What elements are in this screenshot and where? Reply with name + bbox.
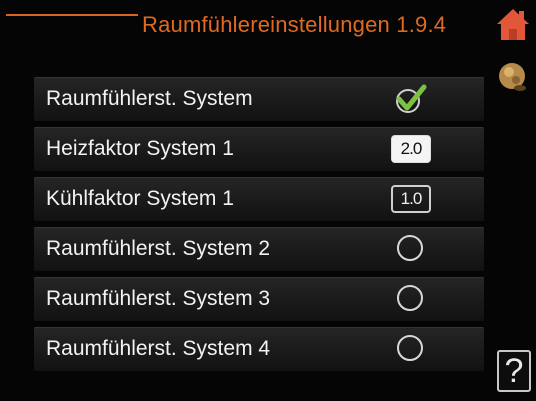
settings-screen: Raumfühlereinstellungen 1.9.4 ? Raumfühl… [0,0,536,401]
heating-factor-value[interactable]: 2.0 [388,133,432,165]
row-room-sensor-system-3[interactable]: Raumfühlerst. System 3 [34,277,484,321]
radio-room-sensor-system-2[interactable] [388,233,432,265]
row-room-sensor-system-2[interactable]: Raumfühlerst. System 2 [34,227,484,271]
heating-factor-value-box: 2.0 [391,135,431,163]
radio-empty-icon [397,335,423,361]
cooling-factor-value[interactable]: 1.0 [388,183,432,215]
row-label: Raumfühlerst. System 2 [46,237,271,260]
row-heating-factor-system-1[interactable]: Heizfaktor System 1 2.0 [34,127,484,171]
row-label: Raumfühlerst. System 4 [46,337,271,360]
row-label: Kühlfaktor System 1 [46,187,234,210]
radio-room-sensor-system-4[interactable] [388,333,432,365]
row-label: Raumfühlerst. System 3 [46,287,271,310]
row-label: Raumfühlerst. System [46,87,253,110]
row-cooling-factor-system-1[interactable]: Kühlfaktor System 1 1.0 [34,177,484,221]
header-accent-line [6,14,138,16]
checkmark-icon [396,84,427,113]
row-label: Heizfaktor System 1 [46,137,234,160]
checkbox-room-sensor-system[interactable] [388,83,432,115]
row-room-sensor-system-4[interactable]: Raumfühlerst. System 4 [34,327,484,371]
help-icon[interactable]: ? [497,350,531,392]
home-icon[interactable] [494,5,532,43]
navigation-knob-icon[interactable] [496,60,530,94]
radio-empty-icon [397,235,423,261]
cooling-factor-value-box: 1.0 [391,185,431,213]
radio-room-sensor-system-3[interactable] [388,283,432,315]
radio-empty-icon [397,285,423,311]
page-title: Raumfühlereinstellungen 1.9.4 [142,12,447,37]
row-room-sensor-system[interactable]: Raumfühlerst. System [34,77,484,121]
